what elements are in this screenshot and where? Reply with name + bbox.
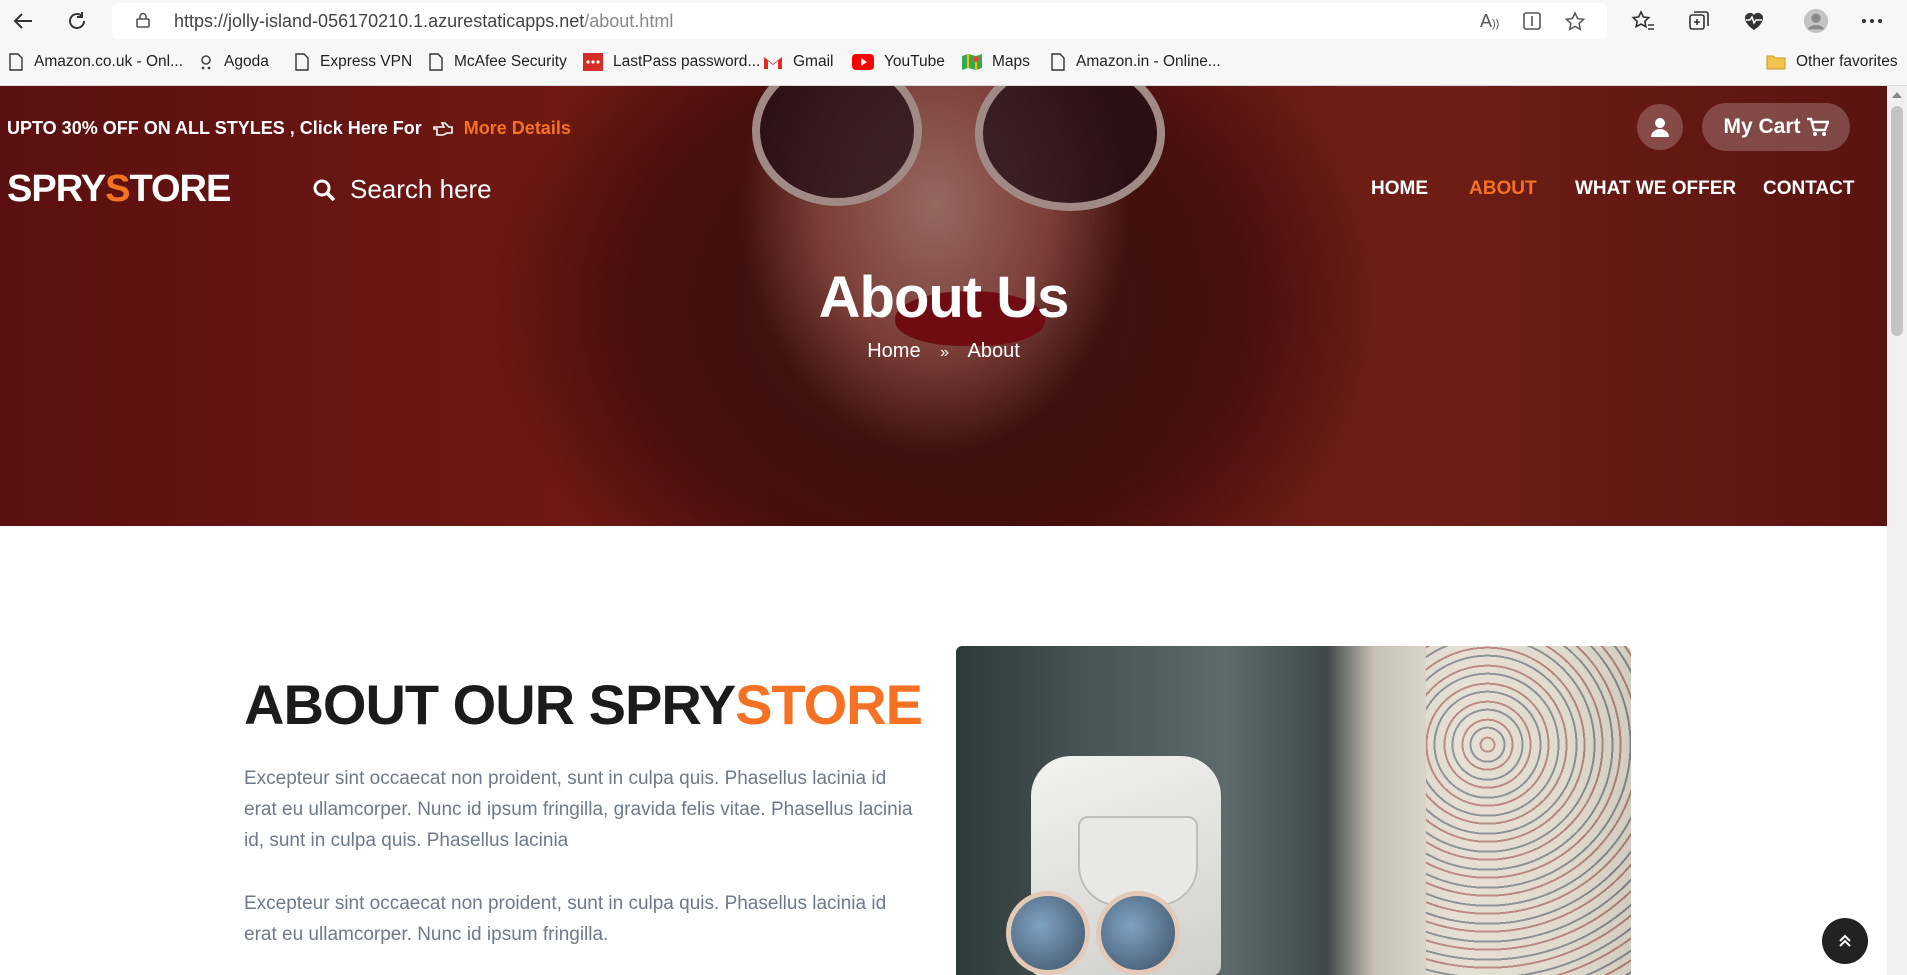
logo-text-tore: TORE: [129, 168, 231, 210]
about-heading-main: ABOUT OUR SPRY: [244, 673, 736, 736]
other-favorites-folder[interactable]: Other favorites: [1766, 53, 1898, 71]
hero-banner: UPTO 30% OFF ON ALL STYLES , Click Here …: [0, 86, 1887, 526]
promo-banner: UPTO 30% OFF ON ALL STYLES , Click Here …: [7, 118, 571, 139]
address-bar[interactable]: https://jolly-island-056170210.1.azurest…: [112, 3, 1607, 39]
bookmark-gmail[interactable]: Gmail: [763, 53, 833, 71]
bookmark-label: Gmail: [793, 53, 834, 70]
bookmark-label: LastPass password...: [613, 53, 761, 70]
nav-about[interactable]: ABOUT: [1469, 178, 1537, 200]
about-heading-accent: STORE: [735, 673, 923, 736]
read-aloud-icon[interactable]: A)): [1480, 11, 1502, 33]
breadcrumb-current: About: [967, 340, 1020, 362]
about-heading: ABOUT OUR SPRYSTORE: [244, 672, 923, 737]
other-favorites-label: Other favorites: [1796, 53, 1898, 70]
search-field[interactable]: Search here: [312, 174, 492, 205]
bookmark-label: Agoda: [224, 53, 269, 70]
gmail-icon: [763, 53, 783, 71]
profile-avatar-icon[interactable]: [1803, 8, 1829, 34]
favorite-star-add-icon[interactable]: [1564, 11, 1586, 33]
bookmark-amazon-co-uk[interactable]: Amazon.co.uk - Onl...: [8, 53, 183, 71]
youtube-icon: [852, 53, 874, 71]
more-details-link[interactable]: More Details: [464, 118, 571, 138]
image-sunglasses-lens-right: [1096, 891, 1180, 975]
settings-more-icon[interactable]: [1859, 8, 1885, 34]
image-blouse-pattern: [1426, 646, 1631, 975]
bookmark-label: Express VPN: [320, 53, 413, 70]
maps-icon: [962, 53, 982, 71]
bookmark-amazon-in[interactable]: Amazon.in - Online...: [1050, 53, 1221, 71]
bookmark-agoda[interactable]: Agoda: [198, 53, 269, 71]
lastpass-icon: [583, 53, 603, 71]
bookmark-lastpass[interactable]: LastPass password...: [583, 53, 760, 71]
search-placeholder: Search here: [350, 174, 492, 204]
about-paragraph-1: Excepteur sint occaecat non proident, su…: [244, 768, 913, 851]
scrollbar-thumb[interactable]: [1891, 106, 1903, 336]
refresh-icon: [69, 12, 85, 29]
user-account-button[interactable]: [1637, 104, 1683, 150]
bookmark-mcafee[interactable]: McAfee Security: [428, 53, 567, 71]
bookmark-label: YouTube: [884, 53, 945, 70]
cart-label: My Cart: [1723, 115, 1801, 138]
browser-toolbar: https://jolly-island-056170210.1.azurest…: [0, 0, 1907, 42]
health-heart-icon[interactable]: [1741, 8, 1767, 34]
user-icon: [1651, 118, 1669, 137]
scroll-up-arrow-icon[interactable]: [1892, 92, 1902, 98]
scroll-to-top-button[interactable]: [1822, 918, 1868, 964]
logo-text-accent: S: [105, 168, 130, 210]
about-paragraph-2: Excepteur sint occaecat non proident, su…: [244, 893, 887, 945]
page-icon: [428, 53, 444, 71]
refresh-button[interactable]: [62, 6, 92, 36]
bookmark-youtube[interactable]: YouTube: [852, 53, 945, 71]
url-host: https://jolly-island-056170210.1.azurest…: [174, 11, 585, 31]
breadcrumb: Home » About: [0, 340, 1887, 363]
nav-what-we-offer[interactable]: WHAT WE OFFER: [1575, 178, 1736, 200]
bookmark-label: Amazon.co.uk - Onl...: [34, 53, 184, 70]
search-icon: [313, 179, 336, 201]
page-title: About Us: [818, 265, 1070, 330]
agoda-icon: [198, 53, 214, 71]
nav-contact[interactable]: CONTACT: [1763, 178, 1854, 200]
bookmarks-bar: Amazon.co.uk - Onl... Agoda Express VPN …: [0, 42, 1907, 86]
lock-icon: [136, 12, 150, 28]
back-arrow-icon: [13, 13, 32, 29]
my-cart-button[interactable]: My Cart: [1702, 103, 1850, 151]
favorites-icon[interactable]: [1630, 8, 1656, 34]
shopping-cart-icon: [1806, 117, 1829, 136]
about-image: [956, 646, 1631, 975]
bookmark-label: McAfee Security: [454, 53, 567, 70]
folder-icon: [1766, 53, 1786, 71]
page-icon: [1050, 53, 1066, 71]
nav-home[interactable]: HOME: [1371, 178, 1428, 200]
image-sunglasses-lens-left: [1006, 891, 1090, 975]
bookmark-label: Maps: [992, 53, 1030, 70]
bookmark-maps[interactable]: Maps: [962, 53, 1030, 71]
page-icon: [294, 53, 310, 71]
page-scrollbar[interactable]: [1887, 86, 1907, 975]
back-button[interactable]: [8, 6, 38, 36]
breadcrumb-home[interactable]: Home: [867, 340, 920, 362]
double-chevron-up-icon: [1839, 934, 1851, 947]
double-chevron-right-icon: »: [940, 344, 950, 361]
immersive-reader-icon[interactable]: [1522, 11, 1544, 33]
collections-icon[interactable]: [1686, 8, 1712, 34]
url-text[interactable]: https://jolly-island-056170210.1.azurest…: [174, 11, 673, 32]
promo-text: UPTO 30% OFF ON ALL STYLES , Click Here …: [7, 118, 422, 138]
page-icon: [8, 53, 24, 71]
url-path: /about.html: [584, 11, 674, 31]
pointing-hand-icon: [432, 122, 453, 136]
logo-text-spry: SPRY: [7, 168, 106, 210]
bookmark-express-vpn[interactable]: Express VPN: [294, 53, 412, 71]
site-logo[interactable]: SPRYSTORE: [7, 168, 231, 211]
bookmark-label: Amazon.in - Online...: [1076, 53, 1221, 70]
